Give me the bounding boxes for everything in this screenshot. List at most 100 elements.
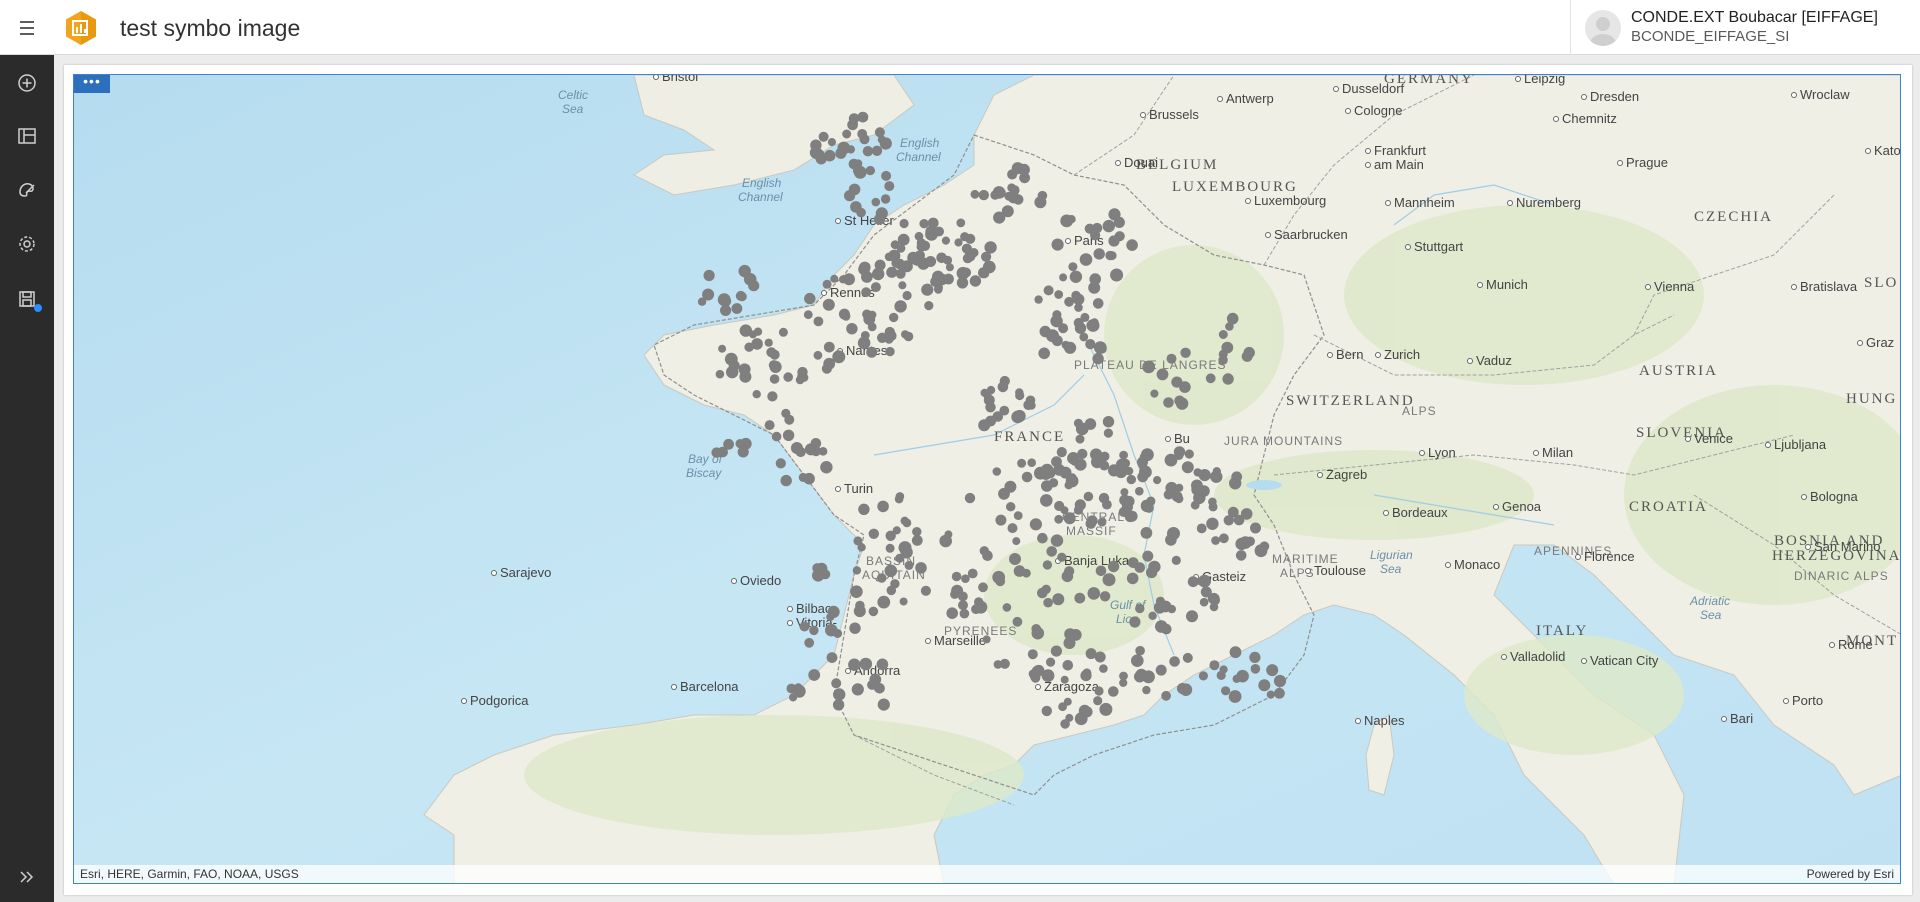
map-point[interactable] — [877, 698, 890, 711]
map-point[interactable] — [982, 635, 991, 644]
map-point[interactable] — [1009, 553, 1021, 565]
map-point[interactable] — [810, 438, 822, 449]
map-point[interactable] — [1068, 473, 1077, 482]
map-point[interactable] — [1232, 674, 1241, 683]
map-point[interactable] — [1198, 469, 1211, 482]
map-point[interactable] — [1129, 616, 1141, 628]
map-point[interactable] — [1050, 645, 1062, 657]
map-point[interactable] — [1098, 492, 1110, 504]
map-point[interactable] — [978, 582, 988, 593]
map-point[interactable] — [703, 269, 715, 282]
map-point[interactable] — [1094, 686, 1104, 696]
map-point[interactable] — [998, 487, 1010, 500]
map-point[interactable] — [964, 250, 976, 262]
map-point[interactable] — [954, 238, 963, 247]
map-point[interactable] — [1273, 674, 1287, 688]
map-point[interactable] — [1046, 546, 1057, 557]
map-point[interactable] — [1173, 446, 1186, 458]
map-point[interactable] — [1087, 587, 1101, 600]
map-point[interactable] — [1146, 496, 1156, 506]
map-point[interactable] — [1073, 505, 1084, 515]
map-point[interactable] — [1042, 560, 1053, 570]
map-point[interactable] — [1043, 597, 1053, 608]
map-point[interactable] — [1041, 705, 1052, 717]
map-point[interactable] — [868, 606, 879, 617]
map-point[interactable] — [1086, 319, 1100, 332]
map-point[interactable] — [1108, 208, 1121, 221]
map-point[interactable] — [1046, 657, 1056, 667]
map-point[interactable] — [881, 170, 892, 181]
map-point[interactable] — [1126, 239, 1138, 251]
map-point[interactable] — [1181, 461, 1194, 474]
map-point[interactable] — [956, 218, 966, 228]
map-point[interactable] — [1199, 597, 1209, 607]
map-point[interactable] — [885, 543, 895, 553]
map-point[interactable] — [1079, 332, 1089, 342]
map-point[interactable] — [885, 346, 895, 357]
map-point[interactable] — [961, 267, 972, 278]
map-point[interactable] — [880, 194, 891, 204]
map-point[interactable] — [848, 658, 861, 671]
map-point[interactable] — [1171, 555, 1181, 565]
map-point[interactable] — [1250, 522, 1261, 534]
map-point[interactable] — [1250, 664, 1261, 674]
map-point[interactable] — [860, 331, 870, 340]
map-point[interactable] — [904, 560, 914, 570]
map-point[interactable] — [1064, 341, 1077, 354]
map-point[interactable] — [1063, 637, 1076, 649]
map-point[interactable] — [1206, 517, 1219, 530]
map-point[interactable] — [1137, 471, 1149, 483]
map-point[interactable] — [764, 420, 775, 431]
map-point[interactable] — [775, 458, 786, 469]
map-point[interactable] — [1108, 235, 1120, 247]
map-point[interactable] — [1135, 486, 1144, 496]
map-point[interactable] — [1205, 373, 1216, 384]
map-point[interactable] — [1120, 488, 1129, 497]
map-point[interactable] — [1064, 566, 1075, 577]
map-point[interactable] — [1068, 262, 1078, 272]
map-point[interactable] — [1126, 572, 1139, 585]
map-point[interactable] — [874, 127, 885, 138]
map-point[interactable] — [1063, 512, 1076, 525]
map-point[interactable] — [795, 375, 805, 385]
map-point[interactable] — [1037, 532, 1048, 544]
map-point[interactable] — [970, 189, 980, 199]
map-point[interactable] — [839, 275, 848, 284]
map-point[interactable] — [820, 461, 833, 474]
map-point[interactable] — [1184, 449, 1194, 459]
map-point[interactable] — [1056, 447, 1067, 458]
map-point[interactable] — [767, 391, 778, 402]
map-point[interactable] — [1043, 285, 1054, 296]
map-point[interactable] — [1102, 416, 1115, 428]
map-point[interactable] — [1209, 660, 1220, 671]
map-point[interactable] — [919, 219, 929, 229]
map-point[interactable] — [1137, 456, 1148, 468]
map-point[interactable] — [1089, 273, 1101, 285]
map-point[interactable] — [1182, 652, 1193, 663]
map-point[interactable] — [897, 233, 910, 246]
map-point[interactable] — [934, 285, 943, 294]
map-point[interactable] — [1097, 344, 1107, 354]
map-point[interactable] — [983, 394, 995, 406]
map-point[interactable] — [1108, 686, 1119, 697]
map-point[interactable] — [803, 472, 815, 485]
map-point[interactable] — [856, 207, 866, 218]
map-point[interactable] — [1140, 527, 1153, 539]
map-point[interactable] — [804, 292, 816, 305]
map-point[interactable] — [1007, 523, 1018, 534]
map-point[interactable] — [847, 119, 858, 131]
map-point[interactable] — [849, 622, 861, 634]
map-point[interactable] — [1074, 458, 1087, 471]
map-point[interactable] — [1274, 687, 1285, 699]
map-point[interactable] — [1012, 616, 1023, 627]
map-point[interactable] — [941, 236, 951, 245]
map-point[interactable] — [877, 500, 889, 513]
map-point[interactable] — [1153, 601, 1166, 614]
map-point[interactable] — [1174, 395, 1185, 407]
map-point[interactable] — [1107, 560, 1120, 573]
map-point[interactable] — [1051, 238, 1064, 251]
map-point[interactable] — [753, 327, 763, 336]
map-point[interactable] — [876, 573, 887, 583]
map-point[interactable] — [1091, 455, 1104, 469]
map-point[interactable] — [877, 595, 891, 609]
